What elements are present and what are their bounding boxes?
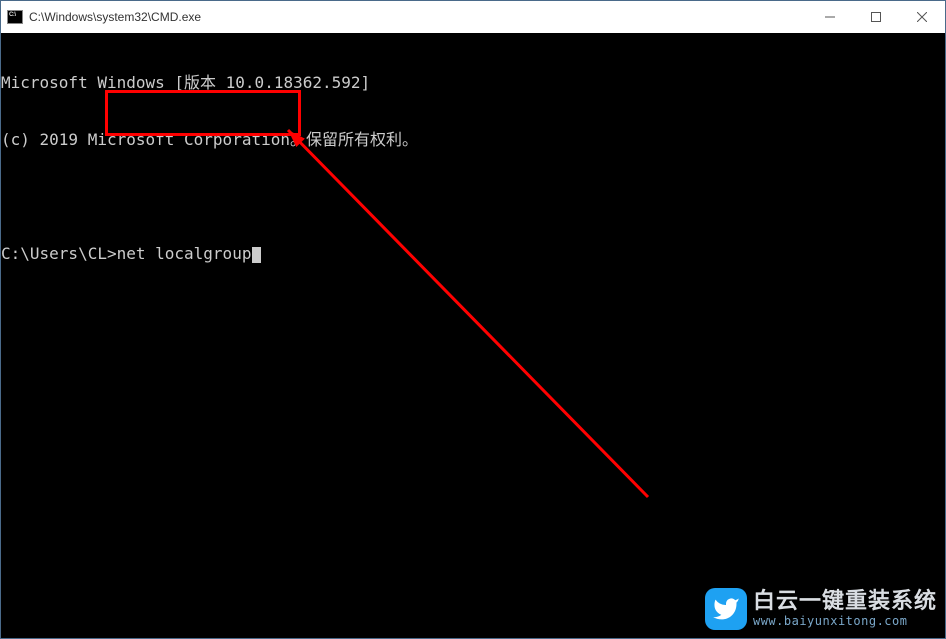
close-icon	[917, 12, 927, 22]
terminal-line-version: Microsoft Windows [版本 10.0.18362.592]	[1, 73, 945, 92]
close-button[interactable]	[899, 1, 945, 33]
maximize-button[interactable]	[853, 1, 899, 33]
annotation-arrow	[1, 33, 2, 34]
watermark: 白云一键重装系统 www.baiyunxitong.com	[705, 588, 937, 630]
watermark-en: www.baiyunxitong.com	[753, 615, 937, 628]
watermark-text: 白云一键重装系统 www.baiyunxitong.com	[753, 590, 937, 627]
minimize-icon	[825, 12, 835, 22]
terminal-blank1	[1, 187, 945, 206]
watermark-bird-icon	[705, 588, 747, 630]
window-title: C:\Windows\system32\CMD.exe	[29, 10, 201, 24]
terminal-line-copyright: (c) 2019 Microsoft Corporation。保留所有权利。	[1, 130, 945, 149]
minimize-button[interactable]	[807, 1, 853, 33]
cmd-app-icon	[7, 10, 23, 24]
cmd-window: C:\Windows\system32\CMD.exe Microsoft Wi…	[0, 0, 946, 639]
terminal-prompt-line: C:\Users\CL>net localgroup	[1, 244, 945, 263]
titlebar: C:\Windows\system32\CMD.exe	[1, 1, 945, 33]
terminal-area[interactable]: Microsoft Windows [版本 10.0.18362.592] (c…	[1, 33, 945, 638]
terminal-command: net localgroup	[117, 244, 252, 263]
terminal-cursor	[252, 247, 261, 263]
terminal-prompt: C:\Users\CL>	[1, 244, 117, 263]
title-left: C:\Windows\system32\CMD.exe	[1, 10, 201, 24]
maximize-icon	[871, 12, 881, 22]
window-controls	[807, 1, 945, 33]
watermark-cn: 白云一键重装系统	[753, 590, 937, 614]
